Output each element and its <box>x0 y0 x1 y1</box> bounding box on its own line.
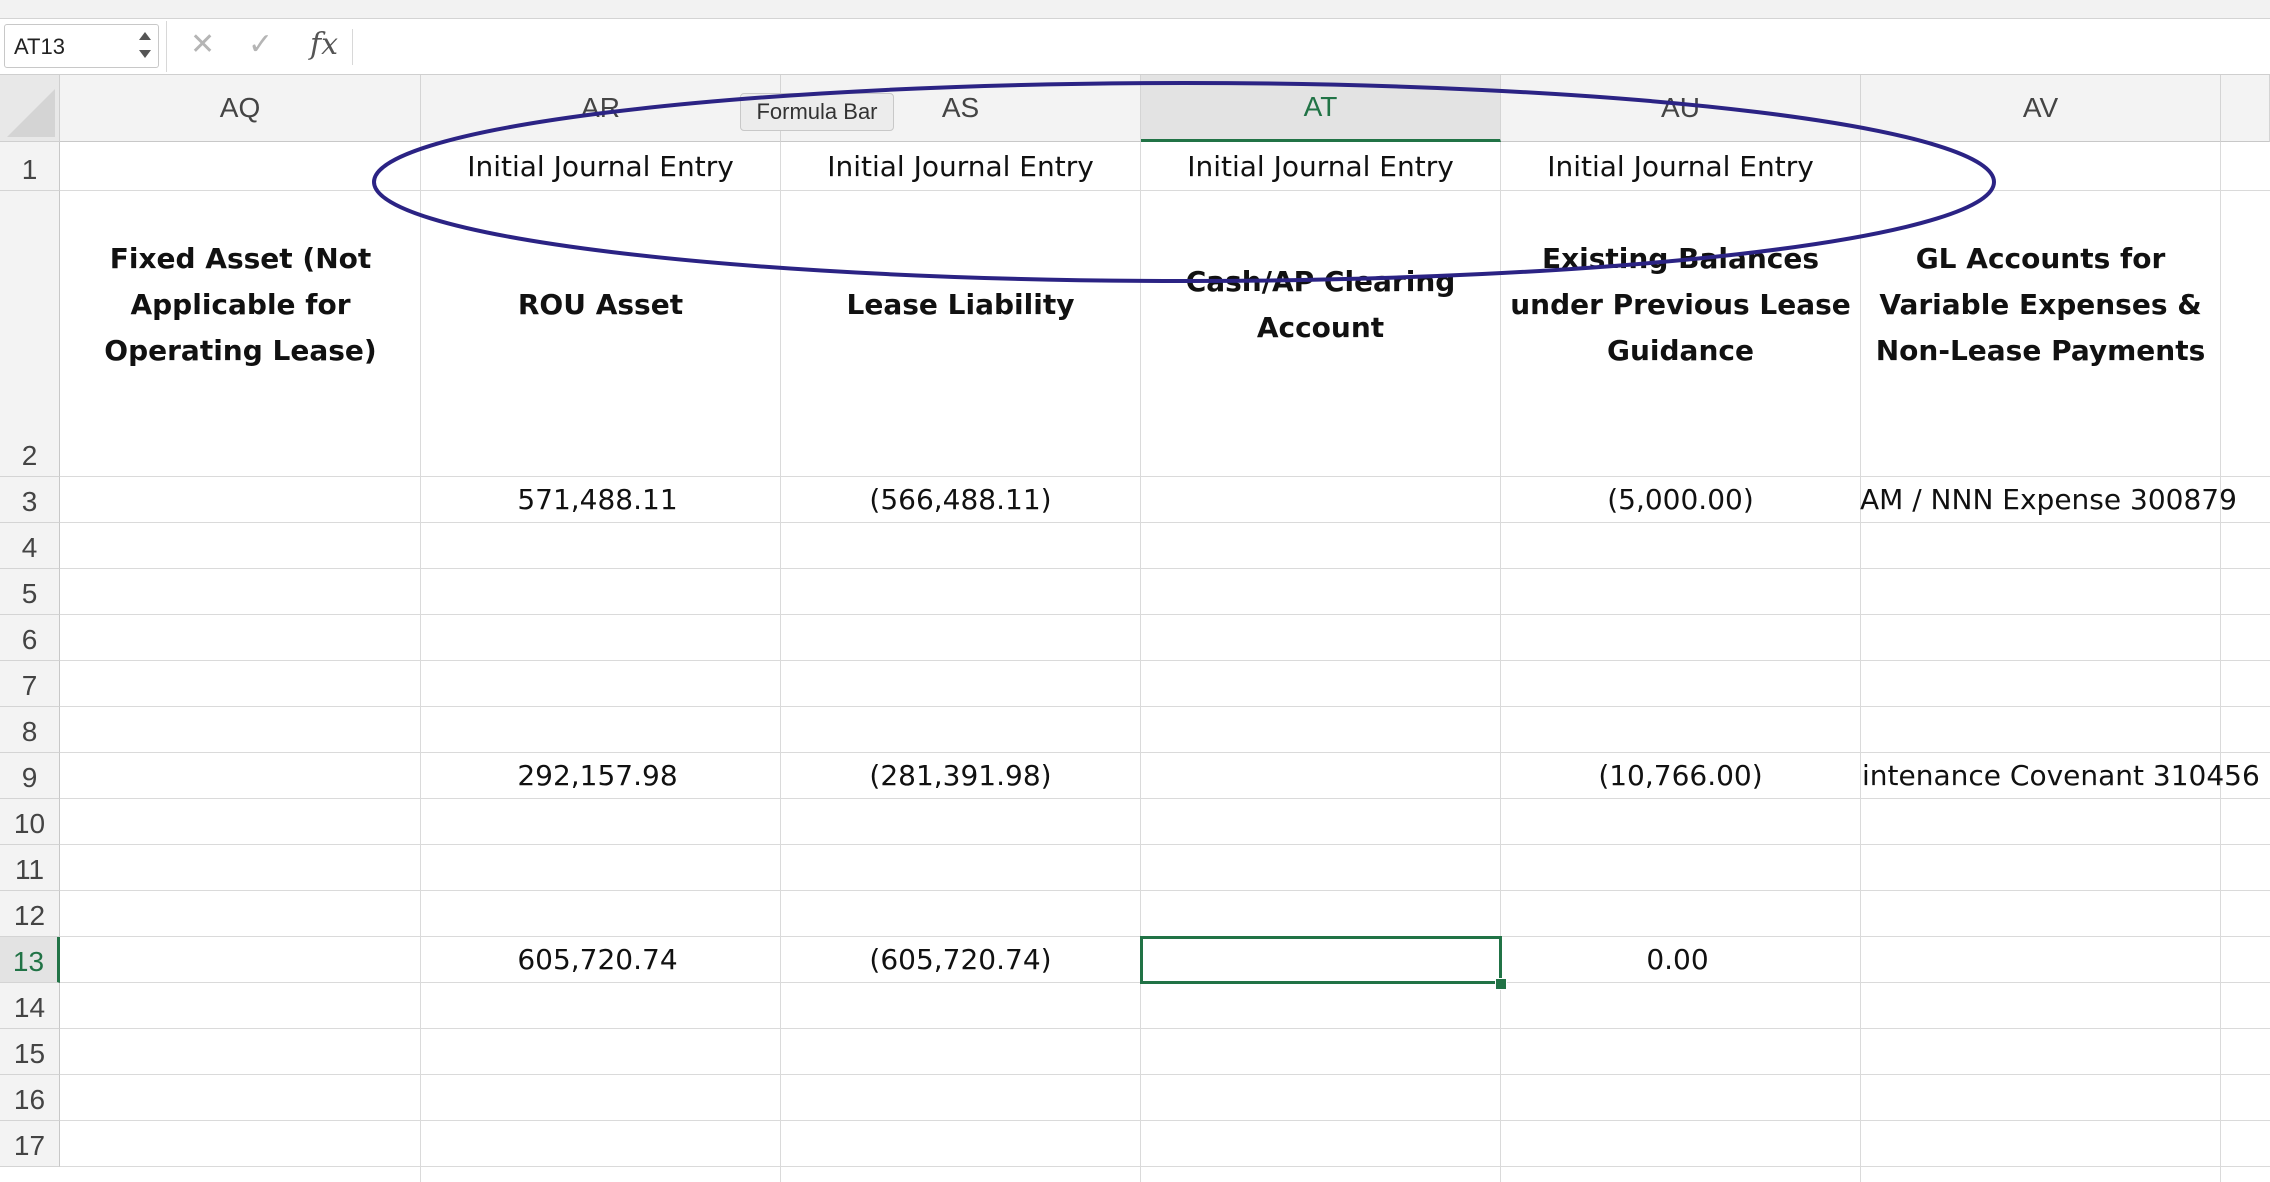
name-box-value: AT13 <box>14 34 65 59</box>
cell-au9[interactable]: (10,766.00) <box>1501 753 1860 798</box>
row-header-11[interactable]: 11 <box>0 845 60 891</box>
row-header-12[interactable]: 12 <box>0 891 60 937</box>
annotation-ellipse <box>372 81 1996 283</box>
column-header-next[interactable] <box>2221 75 2270 142</box>
cell-as3[interactable]: (566,488.11) <box>781 477 1140 522</box>
fill-handle[interactable] <box>1495 978 1507 990</box>
row-header-15[interactable]: 15 <box>0 1029 60 1075</box>
cell-ar3[interactable]: 571,488.11 <box>421 477 774 522</box>
row-header-2[interactable]: 2 <box>0 191 60 477</box>
name-box-stepper-icon[interactable] <box>138 30 152 62</box>
gridline-h <box>60 660 2270 661</box>
cell-au13[interactable]: 0.00 <box>1501 937 1854 982</box>
cell-au3[interactable]: (5,000.00) <box>1501 477 1860 522</box>
active-cell-selection[interactable] <box>1140 936 1502 984</box>
formula-bar-divider <box>166 21 167 72</box>
row-header-16[interactable]: 16 <box>0 1075 60 1121</box>
gridline-h <box>60 1120 2270 1121</box>
cell-av3[interactable]: AM / NNN Expense 300879 <box>1856 477 2270 522</box>
row-header-14[interactable]: 14 <box>0 983 60 1029</box>
row-header-5[interactable]: 5 <box>0 569 60 615</box>
gridline-h <box>60 706 2270 707</box>
cell-as9[interactable]: (281,391.98) <box>781 753 1140 798</box>
formula-bar-divider-2 <box>352 29 353 65</box>
row-header-4[interactable]: 4 <box>0 523 60 569</box>
checkmark-icon[interactable]: ✓ <box>248 27 273 63</box>
row-header-6[interactable]: 6 <box>0 615 60 661</box>
window-top-strip <box>0 0 2270 19</box>
name-box[interactable]: AT13 <box>4 24 159 68</box>
gridline-h <box>60 1074 2270 1075</box>
formula-bar: AT13 ✕ ✓ fx <box>0 19 2270 75</box>
gridline-h <box>60 522 2270 523</box>
gridline-h <box>60 890 2270 891</box>
column-header-aq[interactable]: AQ <box>60 75 421 142</box>
gridline-h <box>60 798 2270 799</box>
close-icon[interactable]: ✕ <box>190 27 215 63</box>
row-header-1[interactable]: 1 <box>0 142 60 191</box>
cell-ar9[interactable]: 292,157.98 <box>421 753 774 798</box>
gridline-h <box>60 1166 2270 1167</box>
row-header-3[interactable]: 3 <box>0 477 60 523</box>
gridline-h <box>60 1028 2270 1029</box>
row-header-13[interactable]: 13 <box>0 937 60 983</box>
cell-as13[interactable]: (605,720.74) <box>781 937 1140 982</box>
select-all-corner[interactable] <box>0 75 60 142</box>
function-icon[interactable]: fx <box>310 27 338 63</box>
row-header-9[interactable]: 9 <box>0 753 60 799</box>
select-all-triangle-icon <box>7 89 55 137</box>
gridline-h <box>60 844 2270 845</box>
cell-ar13[interactable]: 605,720.74 <box>421 937 774 982</box>
row-header-8[interactable]: 8 <box>0 707 60 753</box>
formula-input[interactable] <box>356 23 2260 71</box>
gridline-v <box>2220 142 2221 1182</box>
gridline-h <box>60 614 2270 615</box>
cell-aq2[interactable]: Fixed Asset (Not Applicable for Operatin… <box>61 205 420 405</box>
row-header-17[interactable]: 17 <box>0 1121 60 1167</box>
row-header-7[interactable]: 7 <box>0 661 60 707</box>
spreadsheet-grid[interactable]: AQ AR AS AT AU AV 1 2 3 4 5 6 7 8 9 10 1… <box>0 75 2270 1182</box>
cell-av9[interactable]: intenance Covenant 310456 <box>1858 753 2270 798</box>
row-header-10[interactable]: 10 <box>0 799 60 845</box>
gridline-h <box>60 568 2270 569</box>
